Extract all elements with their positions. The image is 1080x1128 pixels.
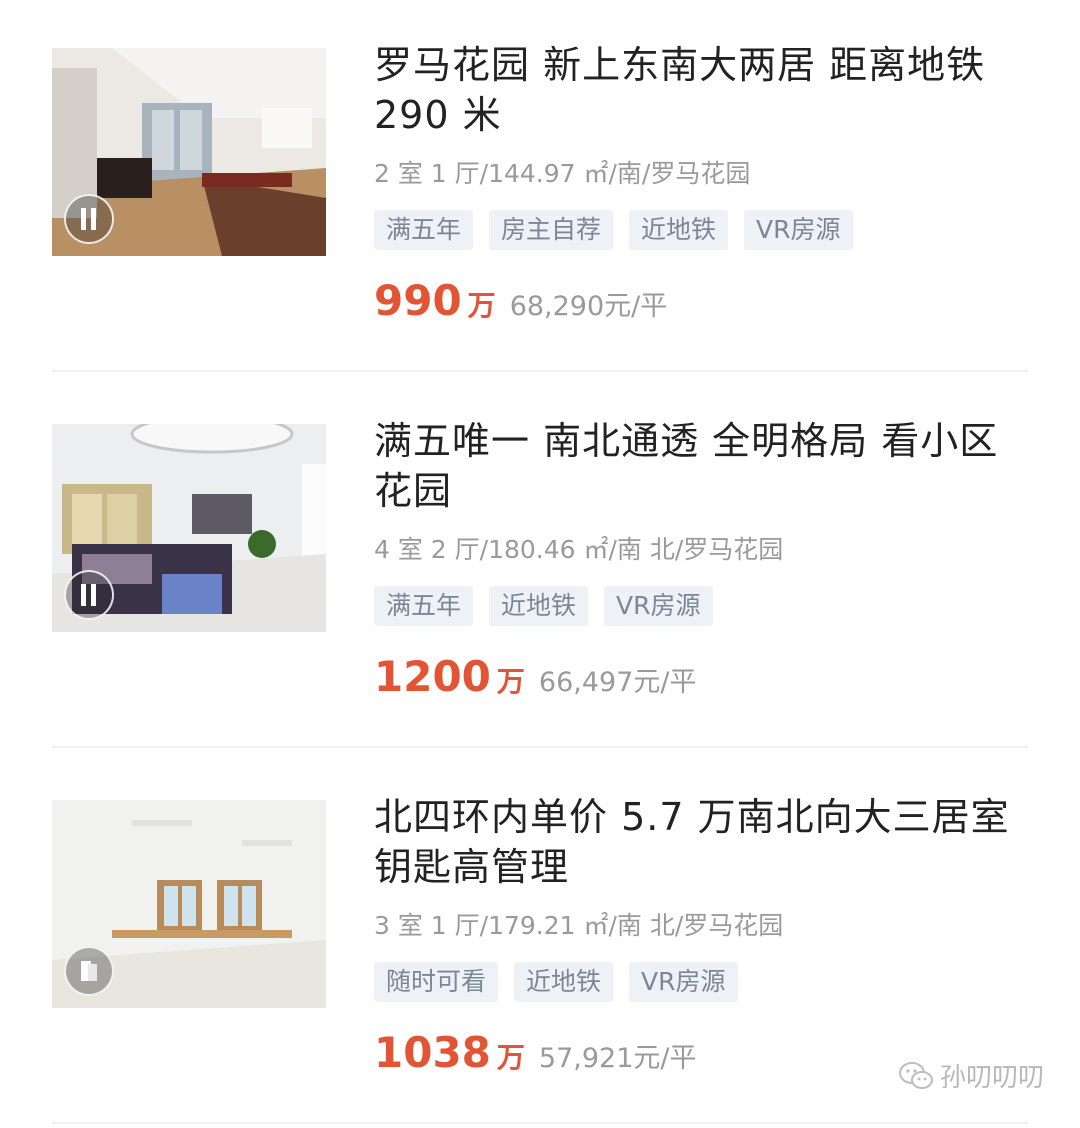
listing-title[interactable]: 满五唯一 南北通透 全明格局 看小区花园 [374, 416, 1014, 516]
price-unit: 万 [467, 289, 496, 322]
listing-meta: 4 室 2 厅/180.46 ㎡/南 北/罗马花园 [374, 535, 784, 564]
listing-photo[interactable] [52, 800, 326, 1008]
unit-price: 57,921元/平 [538, 1043, 697, 1074]
vr-play-icon[interactable] [64, 946, 114, 996]
listing-card[interactable]: 满五唯一 南北通透 全明格局 看小区花园 4 室 2 厅/180.46 ㎡/南 … [0, 376, 1080, 752]
watermark: 孙叨叨叨 [898, 1057, 1044, 1094]
listing-meta: 2 室 1 厅/144.97 ㎡/南/罗马花园 [374, 159, 751, 188]
listing-title[interactable]: 北四环内单价 5.7 万南北向大三居室钥匙高管理 [374, 792, 1014, 892]
tag-list: 满五年 房主自荐 近地铁 VR房源 [374, 210, 853, 250]
tag: 随时可看 [374, 962, 499, 1002]
listing-title[interactable]: 罗马花园 新上东南大两居 距离地铁 290 米 [374, 40, 1014, 140]
total-price: 990 [374, 276, 462, 325]
tag: 房主自荐 [489, 210, 614, 250]
vr-play-icon[interactable] [64, 570, 114, 620]
tag: VR房源 [604, 586, 713, 626]
wechat-icon [898, 1061, 933, 1089]
tag: 满五年 [374, 586, 474, 626]
divider [52, 746, 1028, 748]
tag: VR房源 [744, 210, 853, 250]
listing-meta: 3 室 1 厅/179.21 ㎡/南 北/罗马花园 [374, 911, 784, 940]
total-price: 1038 [374, 1028, 491, 1077]
divider [52, 1122, 1028, 1124]
tag: 近地铁 [629, 210, 729, 250]
tag: 近地铁 [514, 962, 614, 1002]
tag: 满五年 [374, 210, 474, 250]
listing-card[interactable]: 罗马花园 新上东南大两居 距离地铁 290 米 2 室 1 厅/144.97 ㎡… [0, 0, 1080, 376]
vr-play-icon[interactable] [64, 194, 114, 244]
price-row: 1200 万 66,497元/平 [374, 652, 697, 701]
tag-list: 满五年 近地铁 VR房源 [374, 586, 713, 626]
divider [52, 370, 1028, 372]
unit-price: 66,497元/平 [538, 667, 697, 698]
tag: 近地铁 [489, 586, 589, 626]
price-row: 990 万 68,290元/平 [374, 276, 667, 325]
tag-list: 随时可看 近地铁 VR房源 [374, 962, 738, 1002]
watermark-text: 孙叨叨叨 [939, 1063, 1044, 1093]
listing-photo[interactable] [52, 424, 326, 632]
listing-photo[interactable] [52, 48, 326, 256]
unit-price: 68,290元/平 [509, 291, 668, 322]
total-price: 1200 [374, 652, 491, 701]
price-row: 1038 万 57,921元/平 [374, 1028, 697, 1077]
price-unit: 万 [496, 665, 525, 698]
price-unit: 万 [496, 1041, 525, 1074]
tag: VR房源 [629, 962, 738, 1002]
